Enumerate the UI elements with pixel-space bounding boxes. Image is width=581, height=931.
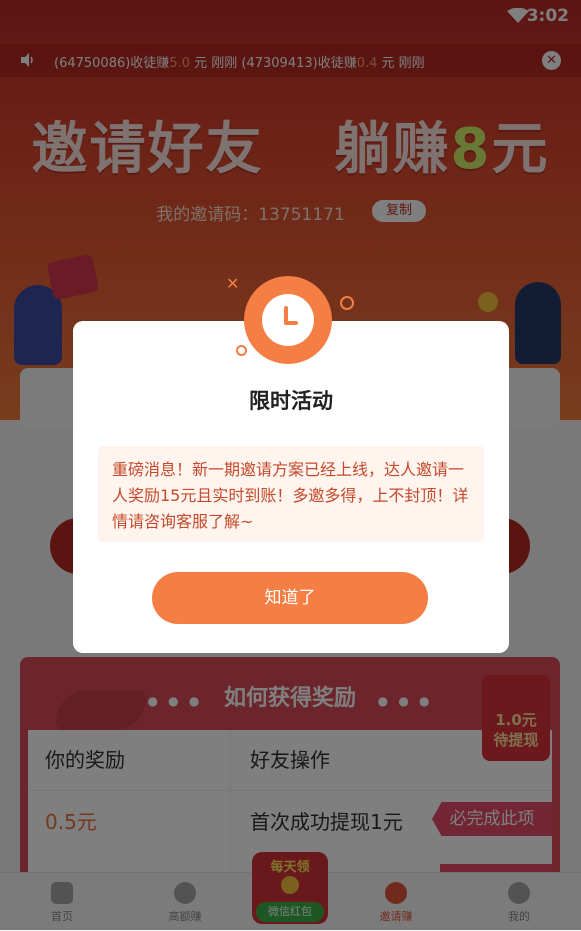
clock-icon xyxy=(262,294,314,346)
dialog-title: 限时活动 xyxy=(249,389,333,413)
x-decoration-icon: ✕ xyxy=(226,274,240,293)
clock-hands-icon xyxy=(284,306,298,325)
confirm-button[interactable]: 知道了 xyxy=(152,572,428,624)
dialog-message: 重磅消息！新一期邀请方案已经上线，达人邀请一人奖励15元且实时到账！多邀多得，上… xyxy=(112,460,469,531)
circle-decoration-icon xyxy=(340,296,354,310)
small-circle-decoration-icon xyxy=(236,345,247,356)
